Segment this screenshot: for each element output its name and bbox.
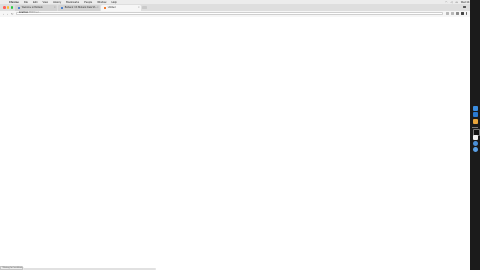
mail-icon[interactable] [472,119,478,124]
address-bar[interactable]: localhost :8888/tree/... [16,11,443,16]
forward-button[interactable]: › [7,12,8,16]
tab-favicon-icon [18,6,21,9]
safari-icon[interactable] [472,112,478,117]
tab-favicon-icon [61,6,64,9]
new-tab-button[interactable] [142,5,147,9]
maximize-window-icon[interactable] [10,6,14,9]
dock-separator [472,126,478,128]
horizontal-scrollbar[interactable] [23,267,156,270]
finder-icon[interactable] [472,106,478,111]
tab-title: Biobank: UK Biobank Data Sh... [64,6,98,9]
tab-close-icon[interactable]: × [97,6,98,9]
profile-avatar-icon[interactable] [463,5,466,9]
tab-title: Untitled [107,6,116,9]
tab-close-icon[interactable]: × [54,6,55,9]
tab-title: Welcome to Biobank [21,6,43,9]
notes-icon[interactable] [472,135,478,140]
page-content [0,17,470,266]
bookmark-star-icon[interactable] [446,12,449,15]
chrome-menu-icon[interactable] [465,12,467,15]
extension-icon[interactable] [456,12,459,15]
tab-close-icon[interactable]: × [138,6,139,9]
extension-icon[interactable] [461,12,464,15]
url-path: :8888/tree/... [28,12,41,15]
url-host: localhost [19,12,29,15]
chrome-icon[interactable] [472,141,478,146]
reload-button[interactable]: ↻ [11,12,14,16]
status-bubble: Waiting for localhost... [0,266,24,270]
extension-icon[interactable] [451,12,454,15]
settings-icon[interactable] [472,147,478,152]
close-window-icon[interactable] [3,6,6,9]
tab-favicon-icon [104,6,107,9]
minimize-window-icon[interactable] [6,6,10,9]
back-button[interactable]: ‹ [3,12,4,16]
status-text: Waiting for localhost... [2,267,24,269]
